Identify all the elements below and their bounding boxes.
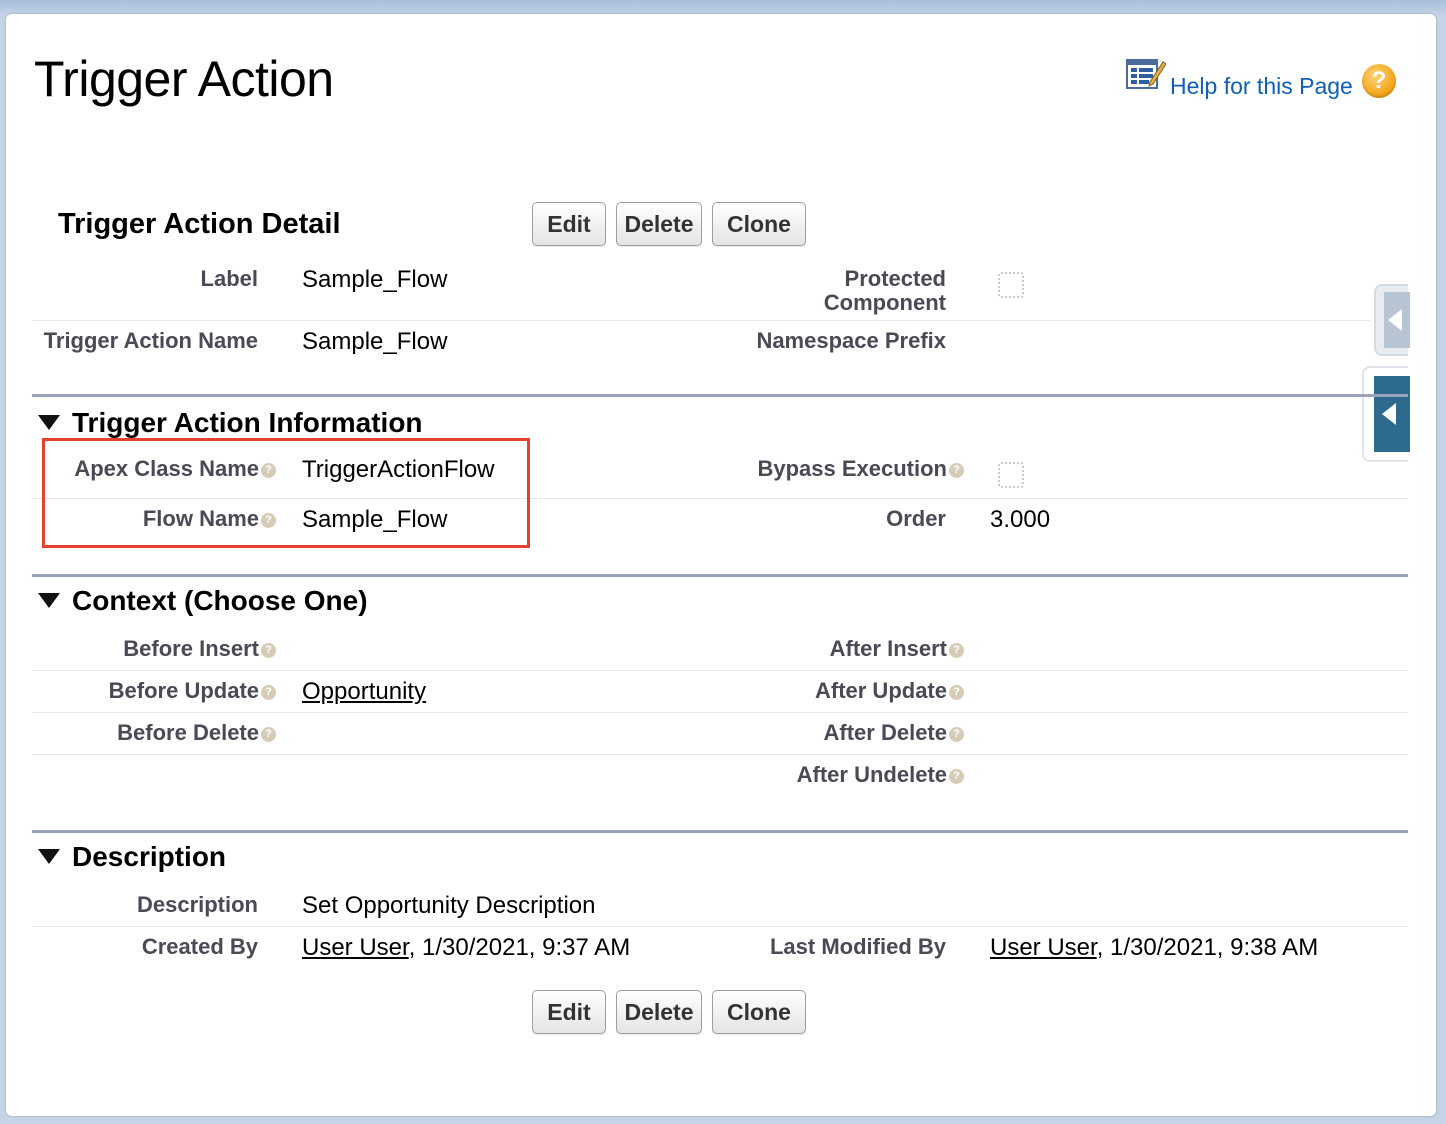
edit-button-bottom[interactable]: Edit	[532, 990, 606, 1034]
before-update-label: Before Update	[109, 679, 276, 703]
help-icon[interactable]	[261, 643, 276, 658]
order-value: 3.000	[990, 506, 1051, 533]
help-icon[interactable]	[949, 769, 964, 784]
clone-button-bottom[interactable]: Clone	[712, 990, 806, 1034]
section-rule	[32, 830, 1408, 833]
bypass-execution-checkbox	[998, 462, 1024, 488]
help-icon[interactable]	[949, 463, 964, 478]
row-divider	[32, 712, 1408, 713]
chevron-left-icon	[1382, 403, 1396, 425]
page-title: Trigger Action	[34, 51, 334, 107]
help-icon[interactable]	[949, 727, 964, 742]
context-heading: Context (Choose One)	[72, 585, 368, 616]
namespace-prefix-label: Namespace Prefix	[756, 328, 946, 353]
after-update-label: After Update	[815, 679, 964, 703]
protected-component-label-line2: Component	[823, 290, 946, 315]
edit-button[interactable]: Edit	[532, 202, 606, 246]
last-modified-timestamp: , 1/30/2021, 9:38 AM	[1096, 934, 1319, 961]
row-divider	[32, 670, 1408, 671]
chevron-left-icon	[1388, 309, 1402, 331]
help-icon[interactable]	[949, 643, 964, 658]
before-update-opportunity-link[interactable]: Opportunity	[302, 678, 426, 706]
highlight-box	[42, 438, 530, 548]
description-heading: Description	[72, 841, 227, 872]
detail-section-heading: Trigger Action Detail	[58, 208, 341, 240]
side-panel-toggle[interactable]	[1362, 366, 1410, 462]
after-delete-label: After Delete	[824, 721, 964, 745]
collapse-triangle-icon[interactable]	[38, 849, 60, 864]
before-insert-label: Before Insert	[123, 637, 276, 661]
created-by-value: User User, 1/30/2021, 9:37 AM	[302, 934, 630, 962]
created-by-timestamp: , 1/30/2021, 9:37 AM	[408, 934, 631, 961]
protected-component-checkbox	[998, 272, 1024, 298]
row-divider	[32, 926, 1408, 927]
collapse-triangle-icon[interactable]	[38, 415, 60, 430]
delete-button-bottom[interactable]: Delete	[616, 990, 702, 1034]
label-field-value: Sample_Flow	[302, 266, 448, 293]
bypass-execution-label: Bypass Execution	[757, 457, 964, 481]
after-insert-label: After Insert	[830, 637, 964, 661]
section-rule	[32, 394, 1408, 397]
trigger-action-information-heading: Trigger Action Information	[72, 407, 423, 438]
description-value: Set Opportunity Description	[302, 892, 596, 919]
created-by-user-link[interactable]: User User	[302, 934, 409, 961]
last-modified-by-value: User User, 1/30/2021, 9:38 AM	[990, 934, 1318, 962]
help-page-icon[interactable]	[1126, 56, 1166, 92]
protected-component-label-line1: Protected	[844, 266, 946, 291]
help-question-icon[interactable]: ?	[1362, 64, 1396, 98]
row-divider	[32, 320, 1370, 321]
label-field-label: Label	[200, 266, 258, 291]
last-modified-by-user-link[interactable]: User User	[990, 934, 1097, 961]
trigger-action-name-value: Sample_Flow	[302, 328, 448, 355]
after-undelete-label: After Undelete	[797, 763, 964, 787]
help-icon[interactable]	[261, 727, 276, 742]
trigger-action-name-label: Trigger Action Name	[43, 328, 258, 353]
before-delete-label: Before Delete	[117, 721, 276, 745]
order-label: Order	[886, 506, 946, 531]
side-collapse-tab[interactable]	[1374, 284, 1410, 356]
help-for-this-page-link[interactable]: Help for this Page	[1170, 72, 1353, 100]
help-icon[interactable]	[261, 685, 276, 700]
last-modified-by-label: Last Modified By	[769, 934, 946, 959]
help-icon[interactable]	[949, 685, 964, 700]
collapse-triangle-icon[interactable]	[38, 593, 60, 608]
section-rule	[32, 574, 1408, 577]
delete-button[interactable]: Delete	[616, 202, 702, 246]
row-divider	[32, 754, 1408, 755]
description-label: Description	[136, 892, 258, 917]
clone-button[interactable]: Clone	[712, 202, 806, 246]
created-by-label: Created By	[141, 934, 258, 959]
